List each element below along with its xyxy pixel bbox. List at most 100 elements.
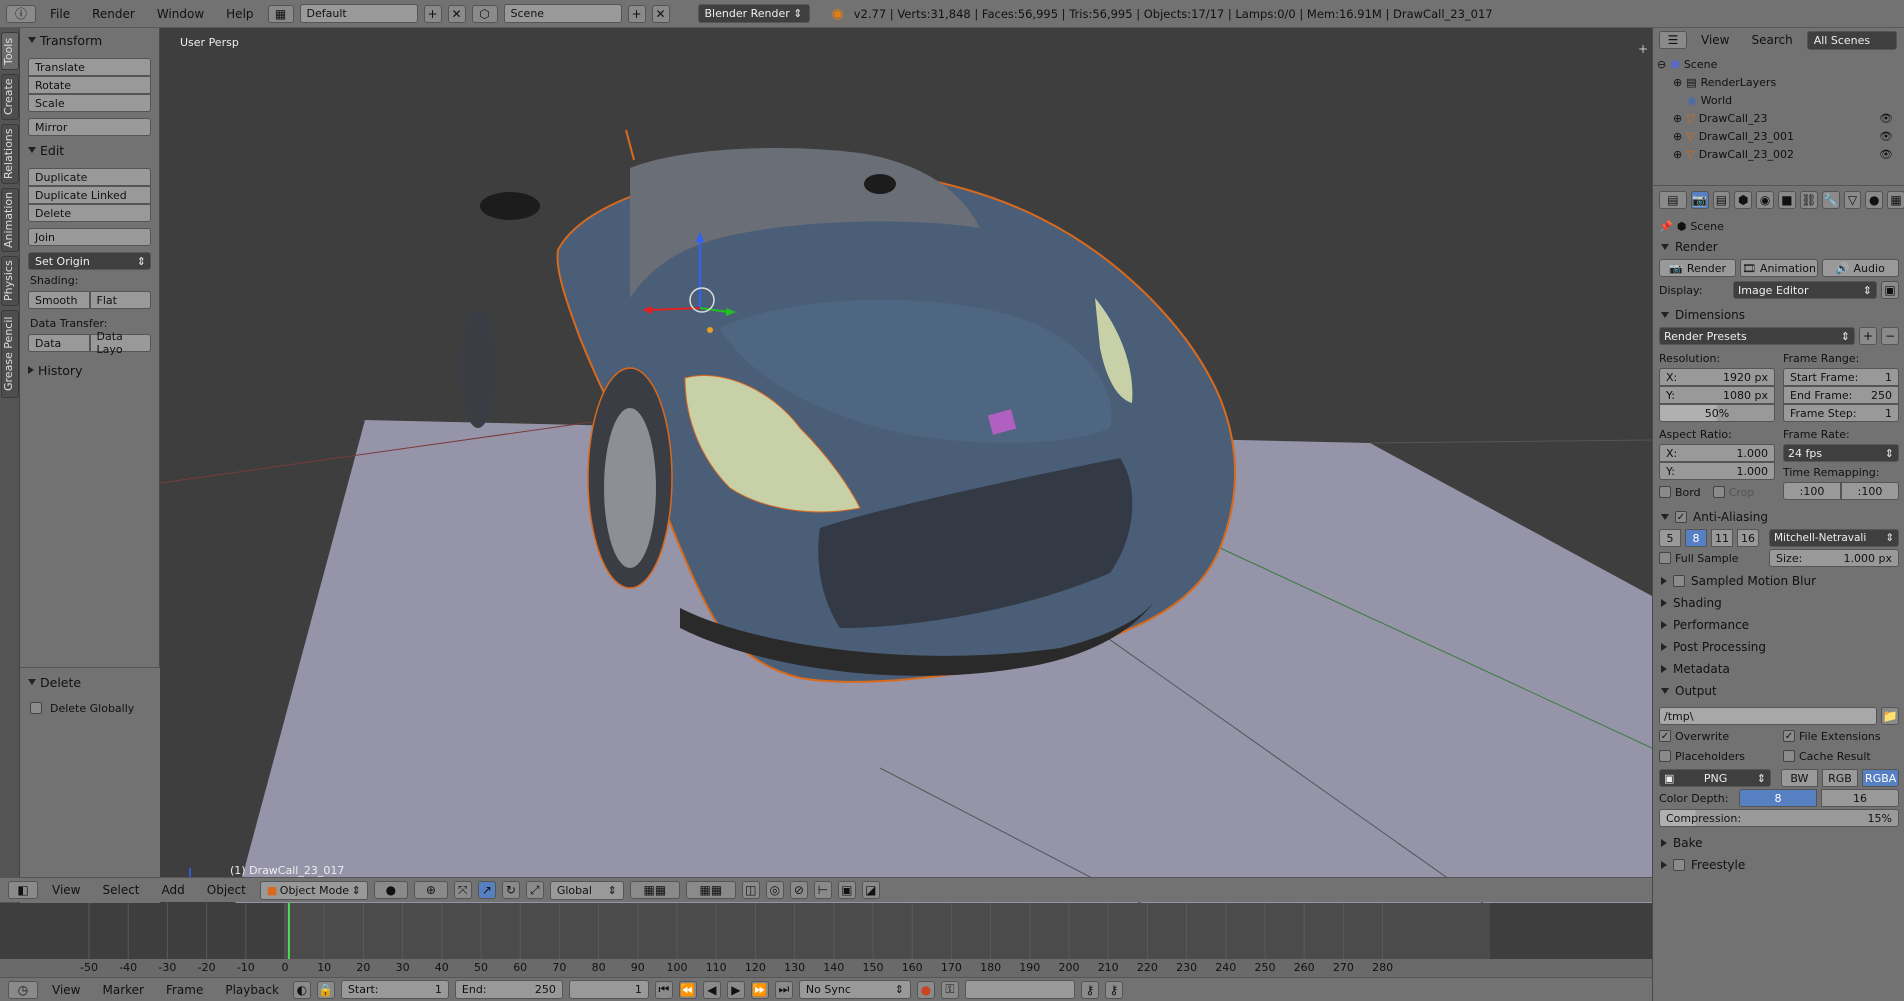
smooth-button[interactable]: Smooth — [28, 291, 90, 309]
end-frame-field[interactable]: End Frame: 250 — [1783, 386, 1899, 404]
translate-manip-icon[interactable]: ↗ — [477, 881, 496, 899]
start-frame-field[interactable]: Start: 1 — [340, 980, 449, 999]
rotate-manip-icon[interactable]: ↻ — [501, 881, 520, 899]
snap-element-icon[interactable]: ⊢ — [813, 881, 832, 899]
duplicate-linked-button[interactable]: Duplicate Linked — [28, 186, 151, 204]
add-layout-icon[interactable]: + — [423, 4, 442, 23]
file-extensions-checkbox[interactable]: ✓ — [1783, 730, 1795, 742]
anti-aliasing-checkbox[interactable]: ✓ — [1675, 511, 1687, 523]
duplicate-button[interactable]: Duplicate — [28, 168, 151, 186]
eye-icon[interactable]: 👁 — [1879, 130, 1893, 143]
collapse-icon[interactable]: ⊖ — [1657, 58, 1666, 71]
render-section-header[interactable]: Render — [1653, 236, 1904, 258]
expand-icon[interactable]: ⊕ — [1673, 112, 1682, 125]
overwrite-checkbox[interactable]: ✓ — [1659, 730, 1671, 742]
timeline[interactable]: -50 -40 -30 -20 -10 0 10 20 30 40 50 60 70 80 90 100 110… — [0, 903, 1652, 977]
depth-8-button[interactable]: 8 — [1739, 789, 1817, 807]
metadata-section-header[interactable]: Metadata — [1653, 658, 1904, 680]
motion-blur-section-header[interactable]: Sampled Motion Blur — [1653, 570, 1904, 592]
delete-button[interactable]: Delete — [28, 204, 151, 222]
outliner-row-scene[interactable]: ⊖ ⬢ Scene — [1653, 54, 1893, 74]
tab-grease-pencil[interactable]: Grease Pencil — [1, 310, 19, 398]
delete-keyframe-icon[interactable]: ⚷ — [1104, 980, 1123, 999]
folder-icon[interactable]: 📁 — [1881, 707, 1899, 725]
menu-render[interactable]: Render — [84, 7, 143, 21]
placeholders-checkbox[interactable] — [1659, 750, 1671, 762]
performance-section-header[interactable]: Performance — [1653, 614, 1904, 636]
menu-view[interactable]: View — [44, 983, 88, 997]
material-context-icon[interactable]: ● — [1865, 191, 1884, 209]
sync-select[interactable]: No Sync ⇕ — [798, 980, 911, 999]
render-layers-context-icon[interactable]: ▤ — [1712, 191, 1731, 209]
aa-sample-16[interactable]: 16 — [1737, 529, 1759, 547]
join-button[interactable]: Join — [28, 228, 151, 246]
freestyle-checkbox[interactable] — [1673, 859, 1685, 871]
info-editor-type-icon[interactable]: ⓘ — [6, 4, 36, 23]
menu-playback[interactable]: Playback — [217, 983, 287, 997]
modifiers-context-icon[interactable]: 🔧 — [1821, 191, 1840, 209]
res-y-field[interactable]: Y: 1080 px — [1659, 386, 1775, 404]
add-preset-icon[interactable]: + — [1859, 327, 1877, 345]
aa-sample-11[interactable]: 11 — [1711, 529, 1733, 547]
aa-sample-5[interactable]: 5 — [1659, 529, 1681, 547]
current-frame-field[interactable]: 1 — [568, 980, 649, 999]
remove-preset-icon[interactable]: − — [1881, 327, 1899, 345]
scene-context-icon[interactable]: ⬢ — [1734, 191, 1753, 209]
post-processing-section-header[interactable]: Post Processing — [1653, 636, 1904, 658]
res-x-field[interactable]: X: 1920 px — [1659, 368, 1775, 386]
scale-button[interactable]: Scale — [28, 94, 151, 112]
freestyle-section-header[interactable]: Freestyle — [1653, 854, 1904, 876]
render-engine-select[interactable]: Blender Render ⇕ — [697, 4, 810, 23]
render-preview-icon[interactable]: ▣ — [837, 881, 856, 899]
outliner-row-renderlayers[interactable]: ⊕ ▤ RenderLayers — [1653, 72, 1893, 92]
animation-button[interactable]: 🎞 Animation — [1740, 259, 1818, 277]
outliner-menu-view[interactable]: View — [1693, 33, 1737, 47]
3d-viewport[interactable]: User Persp (1) DrawCall_23_017 + — [160, 28, 1652, 904]
transform-panel-header[interactable]: Transform — [20, 30, 159, 50]
tab-physics[interactable]: Physics — [1, 256, 19, 306]
frame-step-field[interactable]: Frame Step: 1 — [1783, 404, 1899, 422]
tab-animation[interactable]: Animation — [1, 188, 19, 252]
menu-file[interactable]: File — [42, 7, 78, 21]
data-context-icon[interactable]: ▽ — [1843, 191, 1862, 209]
data-layout-button[interactable]: Data Layo — [89, 330, 151, 356]
depth-16-button[interactable]: 16 — [1821, 789, 1899, 807]
expand-icon[interactable]: ⊕ — [1673, 148, 1682, 161]
translate-button[interactable]: Translate — [28, 58, 151, 76]
format-select[interactable]: ▣ PNG ⇕ — [1659, 769, 1771, 787]
opengl-render-icon[interactable]: ◪ — [861, 881, 880, 899]
motion-blur-checkbox[interactable] — [1673, 575, 1685, 587]
lock-interface-icon[interactable]: ▣ — [1881, 281, 1899, 299]
operator-panel-header[interactable]: Delete — [20, 672, 160, 692]
layout-field[interactable]: Default — [299, 4, 418, 23]
tab-create[interactable]: Create — [1, 74, 19, 120]
remove-layout-icon[interactable]: ✕ — [447, 4, 466, 23]
remap-old-field[interactable]: :100 — [1783, 482, 1841, 500]
play-icon[interactable]: ▶ — [726, 980, 745, 999]
menu-window[interactable]: Window — [149, 7, 212, 21]
border-checkbox[interactable] — [1659, 486, 1671, 498]
preview-range-icon[interactable]: ◐ — [292, 980, 311, 999]
manipulator-icon[interactable]: ⤧ — [453, 881, 472, 899]
menu-select[interactable]: Select — [94, 883, 147, 897]
end-frame-field[interactable]: End: 250 — [454, 980, 563, 999]
set-origin-select[interactable]: Set Origin ⇕ — [28, 252, 151, 270]
compression-slider[interactable]: Compression: 15% — [1659, 809, 1899, 827]
output-section-header[interactable]: Output — [1653, 680, 1904, 702]
eye-icon[interactable]: 👁 — [1879, 148, 1893, 161]
bw-button[interactable]: BW — [1781, 769, 1818, 787]
lock-camera-icon[interactable]: ◫ — [741, 881, 760, 899]
rgba-button[interactable]: RGBA — [1862, 769, 1900, 787]
full-sample-checkbox[interactable] — [1659, 552, 1671, 564]
object-context-icon[interactable]: ■ — [1778, 191, 1796, 209]
layers-grid-a-icon[interactable]: ▦▦ — [629, 881, 680, 899]
next-keyframe-icon[interactable]: ⏩ — [750, 980, 769, 999]
layers-grid-b-icon[interactable]: ▦▦ — [685, 881, 736, 899]
timeline-editor-icon[interactable]: ◷ — [8, 980, 38, 999]
mirror-button[interactable]: Mirror — [28, 118, 151, 136]
editor-type-icon[interactable]: ◧ — [8, 881, 38, 899]
menu-marker[interactable]: Marker — [94, 983, 151, 997]
menu-add[interactable]: Add — [154, 883, 193, 897]
cache-result-checkbox[interactable] — [1783, 750, 1795, 762]
menu-object[interactable]: Object — [199, 883, 254, 897]
